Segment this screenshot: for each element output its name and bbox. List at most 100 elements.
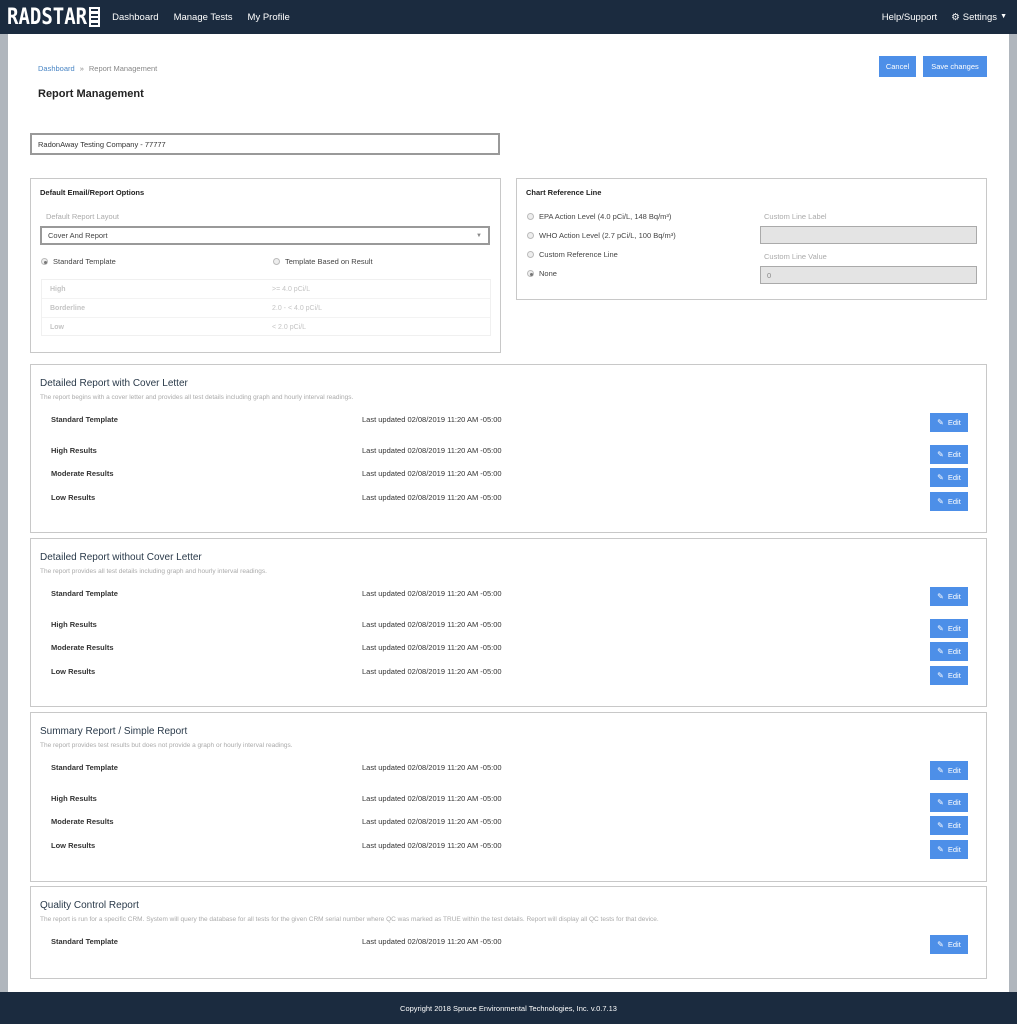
edit-button[interactable]: ✎ Edit — [930, 413, 968, 432]
edit-button[interactable]: ✎ Edit — [930, 840, 968, 859]
top-navbar: RADSTAR Dashboard Manage Tests My Profil… — [0, 0, 1017, 34]
template-name: Moderate Results — [51, 643, 114, 652]
report-title: Detailed Report without Cover Letter — [40, 552, 202, 563]
edit-label: Edit — [947, 647, 961, 656]
chevron-down-icon: ▼ — [476, 232, 482, 239]
template-last-updated: Last updated 02/08/2019 11:20 AM -05:00 — [362, 667, 502, 676]
edit-icon: ✎ — [937, 473, 944, 482]
cancel-button[interactable]: Cancel — [879, 56, 916, 77]
template-last-updated: Last updated 02/08/2019 11:20 AM -05:00 — [362, 794, 502, 803]
template-name: Standard Template — [51, 589, 118, 598]
threshold-table: High >= 4.0 pCi/L Borderline 2.0 - < 4.0… — [41, 279, 491, 336]
report-description: The report provides test results but doe… — [40, 742, 293, 749]
radio-label: EPA Action Level (4.0 pCi/L, 148 Bq/m³) — [539, 212, 672, 221]
template-row: Standard Template Last updated 02/08/201… — [31, 937, 986, 955]
breadcrumb-dashboard-link[interactable]: Dashboard — [38, 64, 75, 73]
edit-label: Edit — [947, 624, 961, 633]
report-layout-select[interactable]: Cover And Report ▼ — [40, 226, 490, 245]
radio-none[interactable]: None — [527, 269, 557, 278]
edit-button[interactable]: ✎ Edit — [930, 468, 968, 487]
report-description: The report begins with a cover letter an… — [40, 394, 354, 401]
threshold-name: Low — [50, 324, 64, 331]
edit-label: Edit — [947, 845, 961, 854]
gear-icon: ⚙ — [951, 11, 960, 23]
threshold-row: Low < 2.0 pCi/L — [42, 318, 490, 337]
template-row: Low Results Last updated 02/08/2019 11:2… — [31, 493, 986, 511]
template-name: Low Results — [51, 667, 96, 676]
template-name: Standard Template — [51, 763, 118, 772]
edit-label: Edit — [947, 497, 961, 506]
edit-button[interactable]: ✎ Edit — [930, 642, 968, 661]
template-name: High Results — [51, 794, 97, 803]
edit-button[interactable]: ✎ Edit — [930, 793, 968, 812]
edit-button[interactable]: ✎ Edit — [930, 619, 968, 638]
report-layout-label: Default Report Layout — [46, 212, 119, 221]
template-name: Moderate Results — [51, 817, 114, 826]
nav-manage-tests[interactable]: Manage Tests — [174, 12, 233, 23]
edit-button[interactable]: ✎ Edit — [930, 492, 968, 511]
report-title: Summary Report / Simple Report — [40, 726, 188, 737]
radstar-logo[interactable]: RADSTAR — [7, 4, 101, 30]
custom-line-value-input[interactable]: 0 — [760, 266, 977, 284]
edit-icon: ✎ — [937, 450, 944, 459]
panel-title: Default Email/Report Options — [40, 188, 145, 197]
threshold-value: < 2.0 pCi/L — [272, 324, 307, 331]
edit-icon: ✎ — [937, 647, 944, 656]
panel-title: Chart Reference Line — [526, 188, 602, 197]
nav-settings-dropdown[interactable]: ⚙ Settings ▼ — [951, 12, 1007, 23]
breadcrumb-current: Report Management — [88, 64, 158, 73]
report-panel-detailed-with-cover: Detailed Report with Cover Letter The re… — [30, 364, 987, 533]
template-name: High Results — [51, 620, 97, 629]
custom-line-value-label: Custom Line Value — [764, 252, 827, 261]
report-layout-value: Cover And Report — [48, 231, 108, 240]
radio-unchecked-icon — [273, 258, 280, 265]
template-last-updated: Last updated 02/08/2019 11:20 AM -05:00 — [362, 643, 502, 652]
template-row: High Results Last updated 02/08/2019 11:… — [31, 620, 986, 638]
edit-icon: ✎ — [937, 766, 944, 775]
radio-custom-reference-line[interactable]: Custom Reference Line — [527, 250, 618, 259]
threshold-name: Borderline — [50, 304, 86, 312]
breadcrumb-separator: » — [79, 64, 84, 73]
edit-button[interactable]: ✎ Edit — [930, 445, 968, 464]
template-last-updated: Last updated 02/08/2019 11:20 AM -05:00 — [362, 446, 502, 455]
nav-my-profile[interactable]: My Profile — [248, 12, 290, 23]
radio-who-action-level[interactable]: WHO Action Level (2.7 pCi/L, 100 Bq/m³) — [527, 231, 676, 240]
edit-icon: ✎ — [937, 592, 944, 601]
report-description: The report is run for a specific CRM. Sy… — [40, 916, 659, 923]
save-changes-button[interactable]: Save changes — [923, 56, 987, 77]
edit-button[interactable]: ✎ Edit — [930, 761, 968, 780]
template-name: Standard Template — [51, 937, 118, 946]
edit-label: Edit — [947, 766, 961, 775]
company-select-field[interactable]: RadonAway Testing Company - 77777 — [30, 133, 500, 155]
template-row: Standard Template Last updated 02/08/201… — [31, 415, 986, 433]
template-row: High Results Last updated 02/08/2019 11:… — [31, 794, 986, 812]
radio-checked-icon — [527, 270, 534, 277]
edit-button[interactable]: ✎ Edit — [930, 935, 968, 954]
radio-epa-action-level[interactable]: EPA Action Level (4.0 pCi/L, 148 Bq/m³) — [527, 212, 671, 221]
report-panel-detailed-without-cover: Detailed Report without Cover Letter The… — [30, 538, 987, 707]
footer: Copyright 2018 Spruce Environmental Tech… — [0, 992, 1017, 1024]
radio-standard-template[interactable]: Standard Template — [41, 257, 116, 266]
radio-label: Template Based on Result — [285, 257, 373, 266]
nav-help-support[interactable]: Help/Support — [882, 12, 937, 23]
template-name: Moderate Results — [51, 469, 114, 478]
main-content: Dashboard » Report Management Report Manag… — [8, 34, 1009, 992]
logo-badge-icon — [89, 7, 101, 27]
template-last-updated: Last updated 02/08/2019 11:20 AM -05:00 — [362, 841, 502, 850]
custom-line-label-label: Custom Line Label — [764, 212, 827, 221]
radio-unchecked-icon — [527, 213, 534, 220]
edit-button[interactable]: ✎ Edit — [930, 587, 968, 606]
edit-button[interactable]: ✎ Edit — [930, 816, 968, 835]
edit-icon: ✎ — [937, 798, 944, 807]
template-row: Standard Template Last updated 02/08/201… — [31, 763, 986, 781]
custom-line-label-input[interactable] — [760, 226, 977, 244]
edit-icon: ✎ — [937, 845, 944, 854]
radio-unchecked-icon — [527, 232, 534, 239]
chart-reference-line-panel: Chart Reference Line EPA Action Level (4… — [516, 178, 987, 300]
radio-template-based-on-result[interactable]: Template Based on Result — [273, 257, 373, 266]
radio-label: Standard Template — [53, 257, 116, 266]
nav-dashboard[interactable]: Dashboard — [112, 12, 158, 23]
radio-label: Custom Reference Line — [539, 250, 618, 259]
edit-button[interactable]: ✎ Edit — [930, 666, 968, 685]
radio-checked-icon — [41, 258, 48, 265]
